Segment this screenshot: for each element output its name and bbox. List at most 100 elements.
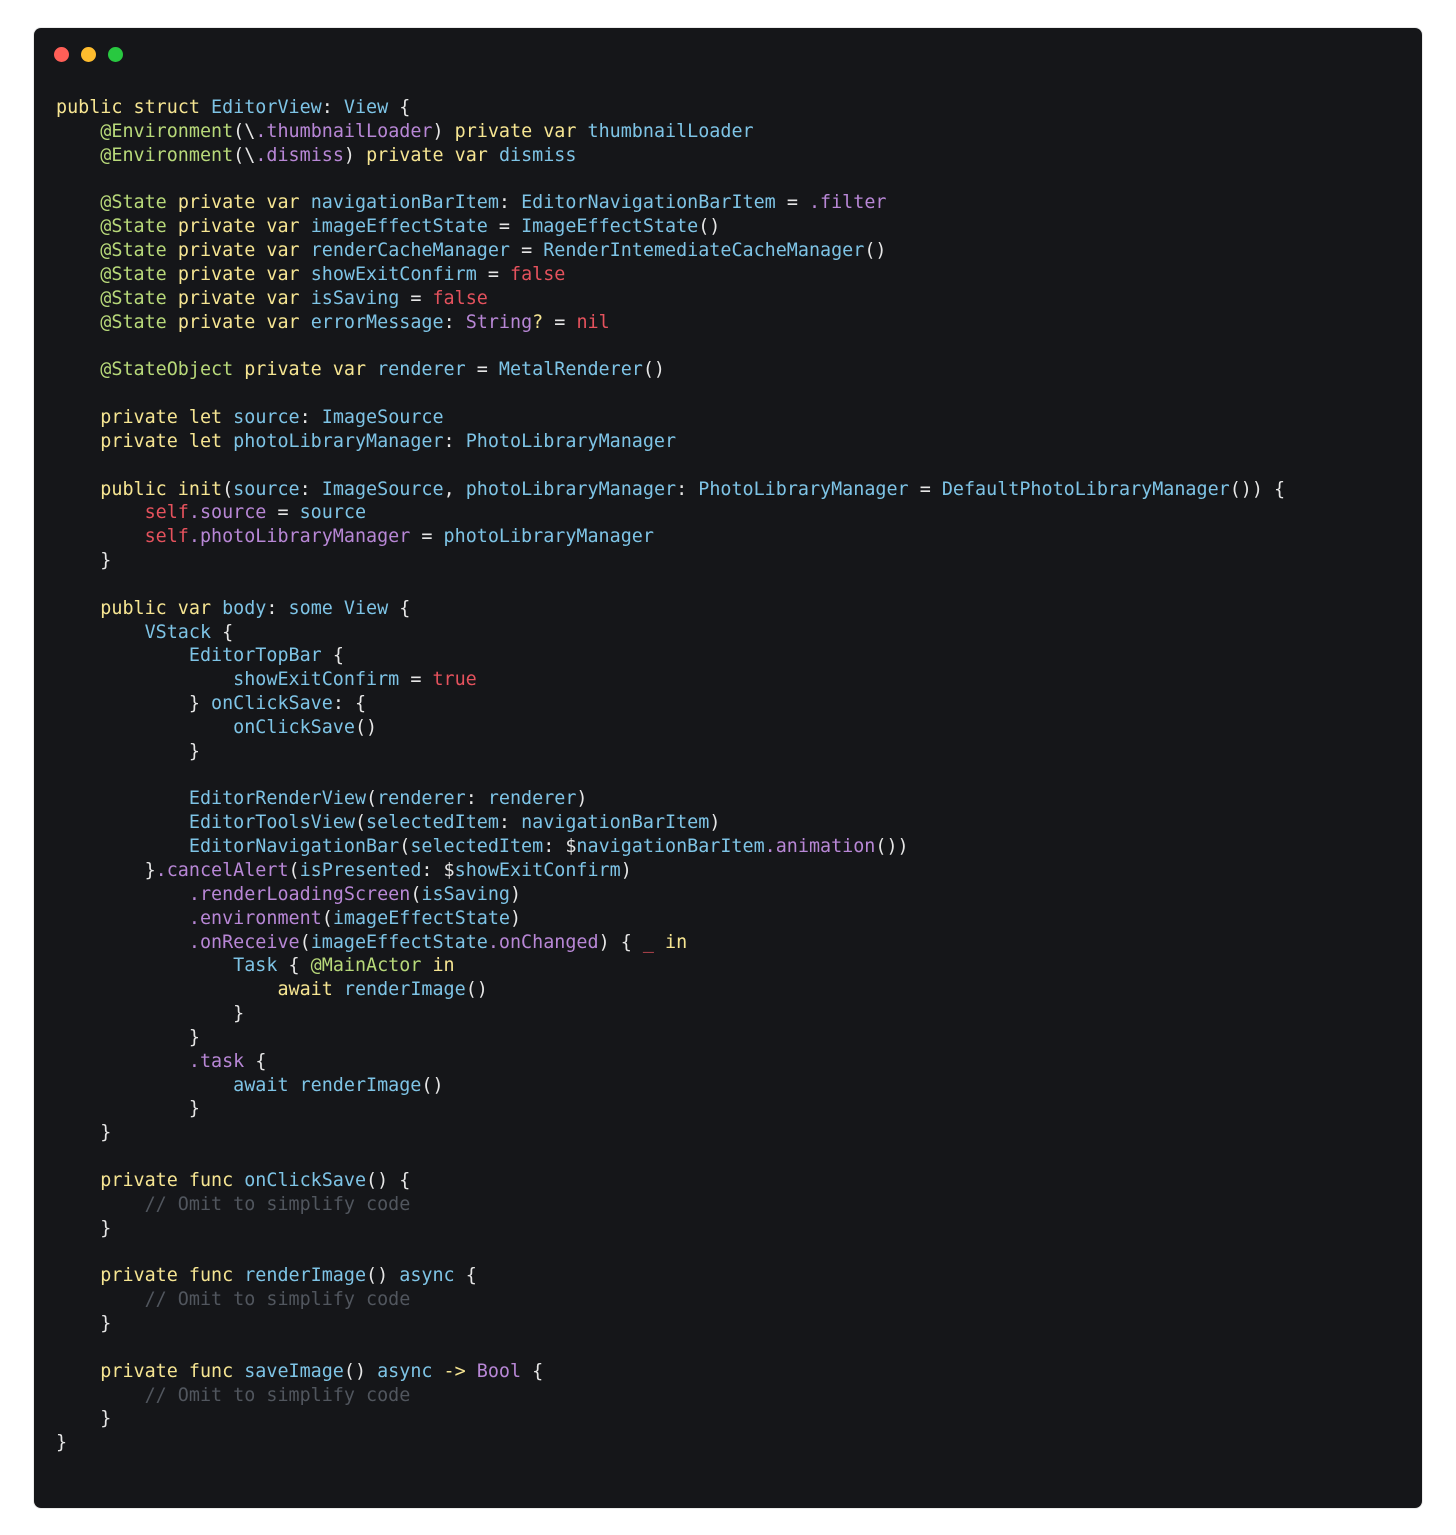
code-token: () xyxy=(421,1074,444,1096)
code-token: = xyxy=(399,669,433,691)
code-token: EditorRenderView xyxy=(188,788,367,810)
code-token: thumbnailLoader xyxy=(587,120,754,142)
code-token: selectedItem xyxy=(366,812,499,834)
code-token: @Environment xyxy=(100,120,234,142)
code-line: // Omit to simplify code xyxy=(56,1288,1285,1312)
code-token: PhotoLibraryManager xyxy=(698,478,909,500)
code-token: renderer xyxy=(377,359,466,381)
code-token: ? xyxy=(532,311,544,333)
code-line: self.source = source xyxy=(56,501,1285,525)
code-token: errorMessage xyxy=(310,311,444,333)
code-token: isPresented xyxy=(299,860,422,881)
code-token: EditorNavigationBarItem xyxy=(521,192,776,214)
code-token: self xyxy=(144,526,189,548)
code-token: navigationBarItem xyxy=(576,836,765,858)
code-token: await renderImage xyxy=(233,1074,422,1096)
code-token: ) xyxy=(509,883,522,905)
code-token: } xyxy=(56,1098,200,1120)
code-token: = xyxy=(410,526,444,548)
code-window: public struct EditorView: View { @Enviro… xyxy=(34,28,1422,1508)
code-token: renderImage xyxy=(343,979,466,1001)
close-icon[interactable] xyxy=(54,47,69,62)
code-token: () xyxy=(864,240,887,262)
code-token: body xyxy=(222,597,267,619)
code-line: @Environment(\.dismiss) private var dism… xyxy=(56,144,1285,168)
code-line: } xyxy=(56,1407,1285,1431)
code-token: true xyxy=(432,669,477,691)
window-controls xyxy=(54,47,123,62)
code-token: false xyxy=(432,287,488,309)
code-token: { xyxy=(277,955,311,977)
code-token: } xyxy=(56,1313,112,1335)
code-token: navigationBarItem xyxy=(310,192,499,214)
code-token: () xyxy=(642,359,665,381)
code-token: MetalRenderer xyxy=(498,359,643,381)
code-line: @State private var showExitConfirm = fal… xyxy=(56,263,1285,287)
code-token: @State xyxy=(100,311,178,333)
code-token: ( xyxy=(288,860,300,881)
code-token: renderer xyxy=(377,788,466,810)
code-token: { xyxy=(211,621,234,643)
code-token: private var xyxy=(177,192,311,214)
zoom-icon[interactable] xyxy=(108,47,123,62)
code-token: .dismiss xyxy=(255,144,344,166)
code-token: ) xyxy=(343,144,367,166)
code-token: navigationBarItem xyxy=(521,812,710,834)
code-token: photoLibraryManager xyxy=(443,526,654,548)
code-token: @StateObject xyxy=(100,359,245,381)
code-token: VStack xyxy=(144,621,212,643)
code-token: (\ xyxy=(233,144,256,166)
code-token: imageEffectState xyxy=(310,931,488,953)
code-line: }.cancelAlert(isPresented: $showExitConf… xyxy=(56,859,1285,883)
code-token: private var xyxy=(177,216,311,238)
code-token: private var xyxy=(177,311,311,333)
code-token: } xyxy=(56,1408,112,1430)
code-token: ( xyxy=(222,478,234,500)
code-token: some View xyxy=(288,597,389,619)
code-token: PhotoLibraryManager xyxy=(465,430,677,452)
code-token: : $ xyxy=(421,860,455,881)
code-token: ImageEffectState xyxy=(521,216,699,238)
code-token: = xyxy=(399,287,433,309)
code-token: : xyxy=(321,97,344,118)
code-token: : { xyxy=(332,693,367,715)
code-line: } xyxy=(56,1217,1285,1241)
code-token: () xyxy=(366,1265,400,1287)
code-token: = xyxy=(775,192,809,214)
code-line: private let photoLibraryManager: PhotoLi… xyxy=(56,430,1285,454)
code-token: ImageSource xyxy=(321,406,444,428)
code-line: public init(source: ImageSource, photoLi… xyxy=(56,478,1285,502)
code-token: : xyxy=(266,597,289,619)
code-token: @Environment xyxy=(100,144,234,166)
code-token: private var xyxy=(366,144,499,166)
code-token: imageEffectState xyxy=(310,216,488,238)
code-token: { xyxy=(388,597,411,619)
code-token: = xyxy=(908,478,942,500)
code-token: : xyxy=(299,478,322,500)
code-token: private let xyxy=(100,430,234,452)
code-token: = xyxy=(487,216,522,238)
code-token: await xyxy=(277,979,344,1001)
minimize-icon[interactable] xyxy=(81,47,96,62)
code-token: } xyxy=(56,860,156,881)
code-token: source xyxy=(233,406,300,428)
code-token: // Omit to simplify code xyxy=(144,1193,411,1215)
code-token: photoLibraryManager xyxy=(465,478,677,500)
